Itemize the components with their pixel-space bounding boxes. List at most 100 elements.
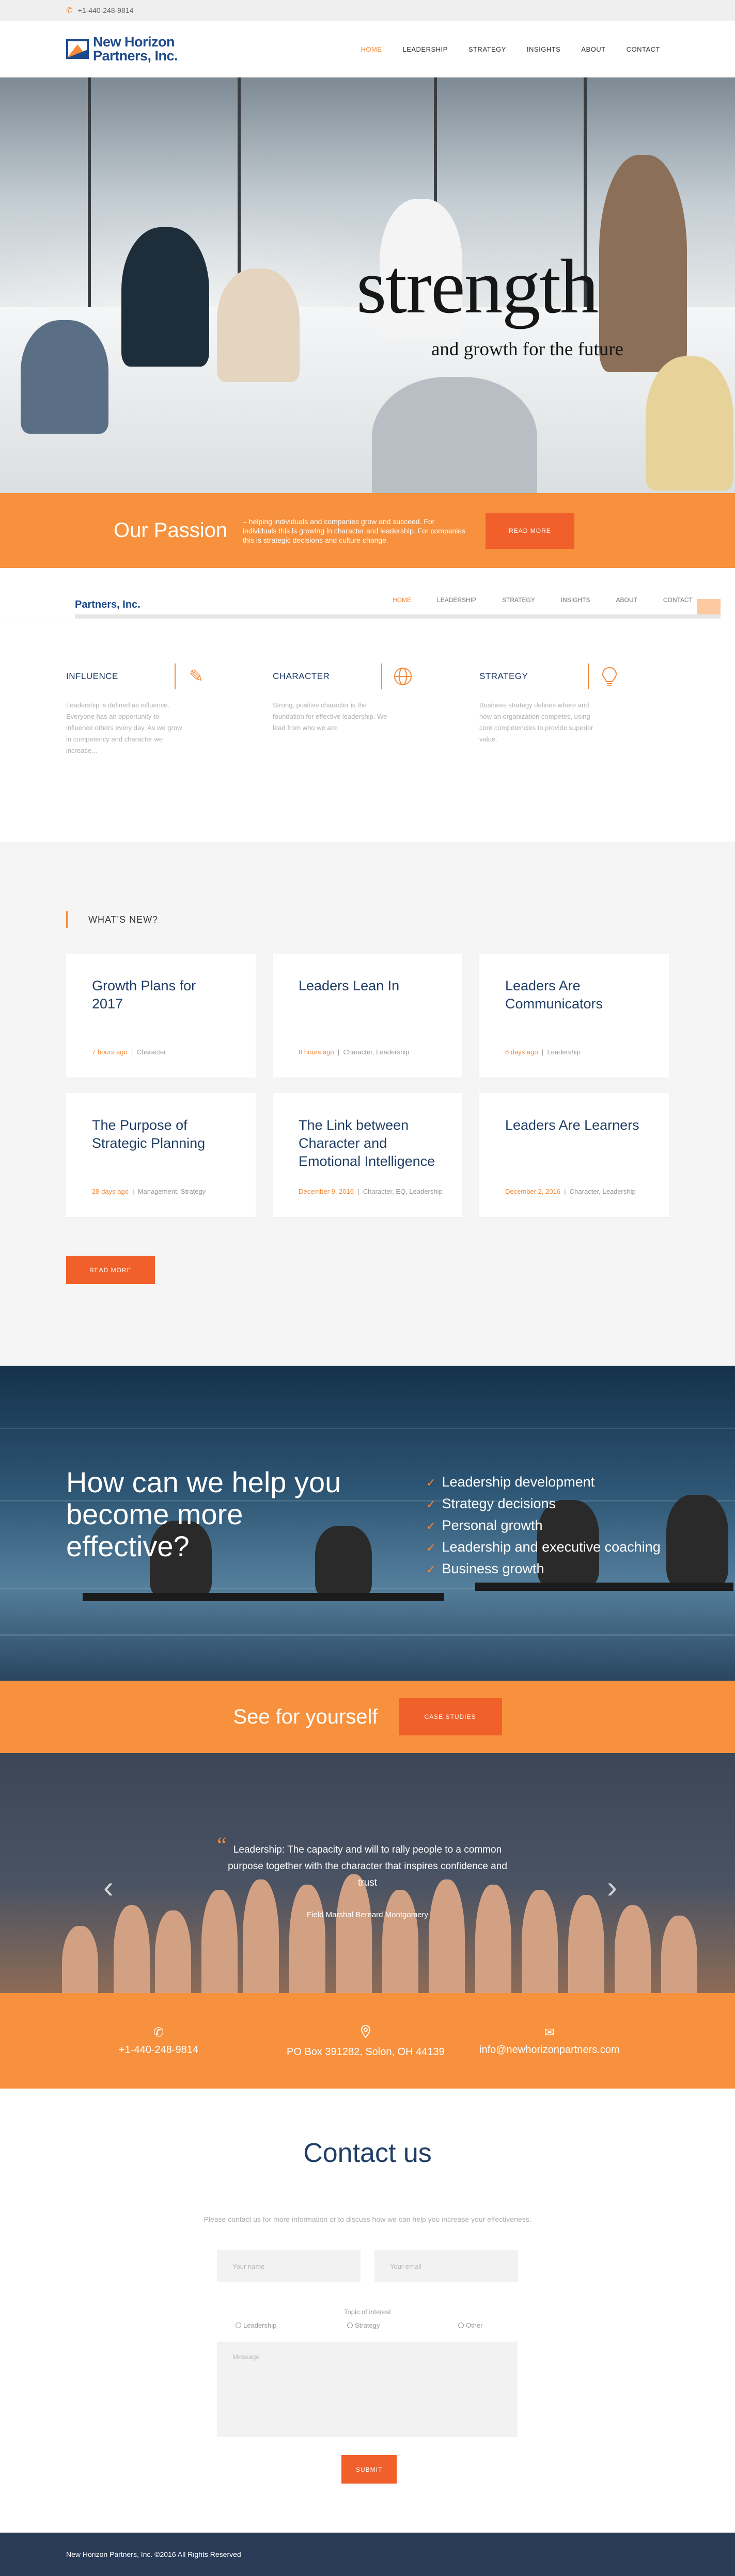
news-card-time: December 9, 2016: [299, 1188, 354, 1195]
envelope-icon: ✉: [544, 2026, 555, 2040]
news-card-categories[interactable]: Character, Leadership: [343, 1048, 410, 1056]
nav-leadership[interactable]: LEADERSHIP: [402, 45, 447, 53]
nav-contact[interactable]: CONTACT: [627, 45, 660, 53]
contact-section: Contact us Please contact us for more in…: [0, 2089, 735, 2533]
radio-icon: [236, 2322, 241, 2328]
globe-icon: [393, 666, 413, 687]
news-card[interactable]: Leaders Lean In 8 hours ago | Character,…: [273, 954, 462, 1078]
ghost-nav-insights: INSIGHTS: [560, 596, 590, 604]
feature-title: CHARACTER: [273, 671, 330, 681]
contact-intro: Please contact us for more information o…: [204, 2215, 531, 2223]
passion-read-more-button[interactable]: READ MORE: [486, 512, 574, 549]
feature-divider: [175, 663, 176, 689]
news-card-categories[interactable]: Character: [137, 1048, 166, 1056]
news-card-categories[interactable]: Character, EQ, Leadership: [363, 1188, 443, 1195]
check-icon: ✓: [426, 1541, 436, 1554]
news-card[interactable]: The Link between Character and Emotional…: [273, 1093, 462, 1217]
help-list-item: ✓ Strategy decisions: [426, 1496, 556, 1511]
contact-email[interactable]: ✉ info@newhorizonpartners.com: [479, 2025, 620, 2056]
nav-strategy[interactable]: STRATEGY: [468, 45, 506, 53]
site-header: New Horizon Partners, Inc. HOME LEADERSH…: [0, 21, 735, 77]
logo-line-1: New Horizon: [93, 34, 175, 50]
check-icon: ✓: [426, 1476, 436, 1489]
feature-text: Business strategy defines where and how …: [479, 701, 593, 743]
news-card-categories[interactable]: Character, Leadership: [570, 1188, 636, 1195]
case-studies-button[interactable]: CASE STUDIES: [398, 1698, 502, 1735]
ghost-nav-strategy: STRATEGY: [502, 596, 535, 604]
feature-strategy: STRATEGY Business strategy defines where…: [479, 663, 686, 842]
news-read-more-button[interactable]: READ MORE: [66, 1256, 155, 1284]
feature-character: CHARACTER Strong, positive character is …: [273, 663, 479, 842]
passion-text: – helping individuals and companies grow…: [243, 517, 466, 544]
news-card-time: 8 days ago: [505, 1048, 538, 1056]
features-section: INFLUENCE ✎ Leadership is defined as inf…: [0, 622, 735, 842]
topic-label: Topic of interest: [343, 2308, 392, 2316]
news-card-title[interactable]: The Link between Character and Emotional…: [299, 1116, 436, 1171]
news-card-time: 8 hours ago: [299, 1048, 334, 1056]
check-icon: ✓: [426, 1520, 436, 1532]
logo[interactable]: New Horizon Partners, Inc.: [66, 35, 178, 63]
feature-title: INFLUENCE: [66, 671, 118, 681]
help-list-item: ✓ Business growth: [426, 1561, 544, 1576]
help-list-item: ✓ Leadership and executive coaching: [426, 1539, 661, 1555]
check-icon: ✓: [426, 1563, 436, 1576]
footer-copyright: New Horizon Partners, Inc. ©2016 All Rig…: [66, 2550, 241, 2558]
nav-home[interactable]: HOME: [361, 45, 382, 53]
message-field[interactable]: [217, 2342, 518, 2437]
phone-icon: ✆: [66, 6, 73, 15]
topic-option-strategy[interactable]: Strategy: [347, 2321, 380, 2329]
news-card-time: 7 hours ago: [92, 1048, 128, 1056]
topbar-phone[interactable]: +1-440-248-9814: [78, 6, 134, 14]
help-list: ✓ Leadership development ✓ Strategy decisi…: [426, 1472, 661, 1580]
phone-icon: ✆: [153, 2026, 164, 2040]
ghost-menu-button: [697, 599, 721, 614]
ghost-logo: Partners, Inc.: [75, 599, 140, 610]
feature-text: Strong, positive character is the founda…: [273, 701, 387, 732]
see-title: See for yourself: [233, 1705, 378, 1728]
logo-line-2: Partners, Inc.: [93, 48, 178, 64]
passion-title: Our Passion: [114, 519, 228, 542]
help-list-item: ✓ Personal growth: [426, 1518, 543, 1533]
feature-influence: INFLUENCE ✎ Leadership is defined as inf…: [66, 663, 273, 842]
nav-about[interactable]: ABOUT: [581, 45, 605, 53]
ghost-divider: [75, 614, 721, 619]
quote-author: Field Marshal Bernard Montgomery: [306, 1910, 429, 1919]
news-card-time: December 2, 2016: [505, 1188, 560, 1195]
carousel-next-icon[interactable]: ›: [607, 1869, 617, 1905]
ghost-nav-contact: CONTACT: [663, 596, 693, 604]
radio-icon: [458, 2322, 464, 2328]
email-field[interactable]: [374, 2250, 518, 2282]
news-card-categories[interactable]: Management, Strategy: [138, 1188, 206, 1195]
feature-title: STRATEGY: [479, 671, 528, 681]
name-field[interactable]: [217, 2250, 361, 2282]
news-section: WHAT'S NEW? Growth Plans for 2017 7 hour…: [0, 842, 735, 1366]
logo-mark-icon: [66, 37, 90, 61]
news-card-title[interactable]: Growth Plans for 2017: [92, 977, 230, 1013]
nav-insights[interactable]: INSIGHTS: [527, 45, 560, 53]
hero-banner: strength and growth for the future: [0, 77, 735, 493]
ghost-nav-home: HOME: [393, 596, 411, 604]
news-card-title[interactable]: Leaders Lean In: [299, 977, 436, 995]
carousel-prev-icon[interactable]: ‹: [103, 1869, 114, 1905]
submit-button[interactable]: SUBMIT: [341, 2455, 397, 2484]
news-card-title[interactable]: Leaders Are Learners: [505, 1116, 643, 1134]
topic-option-leadership[interactable]: Leadership: [236, 2321, 276, 2329]
news-card-title[interactable]: Leaders Are Communicators: [505, 977, 643, 1013]
contact-phone[interactable]: ✆ +1-440-248-9814: [119, 2025, 198, 2056]
news-card-title[interactable]: The Purpose of Strategic Planning: [92, 1116, 230, 1152]
news-card[interactable]: The Purpose of Strategic Planning 28 day…: [66, 1093, 256, 1217]
news-heading: WHAT'S NEW?: [88, 914, 159, 925]
help-banner: How can we help you become more effectiv…: [0, 1366, 735, 1681]
news-card[interactable]: Leaders Are Communicators 8 days ago | L…: [479, 954, 669, 1078]
help-list-item: ✓ Leadership development: [426, 1474, 595, 1490]
news-card-categories[interactable]: Leadership: [547, 1048, 580, 1056]
hero-headline: strength: [356, 244, 599, 329]
topic-option-other[interactable]: Other: [458, 2321, 483, 2329]
contact-title: Contact us: [303, 2138, 432, 2168]
ghost-nav: HOME LEADERSHIP STRATEGY INSIGHTS ABOUT …: [393, 596, 718, 604]
news-card[interactable]: Growth Plans for 2017 7 hours ago | Char…: [66, 954, 256, 1078]
news-grid: Growth Plans for 2017 7 hours ago | Char…: [66, 954, 669, 1217]
contact-address: PO Box 391282, Solon, OH 44139: [287, 2025, 445, 2058]
news-card[interactable]: Leaders Are Learners December 2, 2016 | …: [479, 1093, 669, 1217]
ghost-nav-leadership: LEADERSHIP: [437, 596, 477, 604]
